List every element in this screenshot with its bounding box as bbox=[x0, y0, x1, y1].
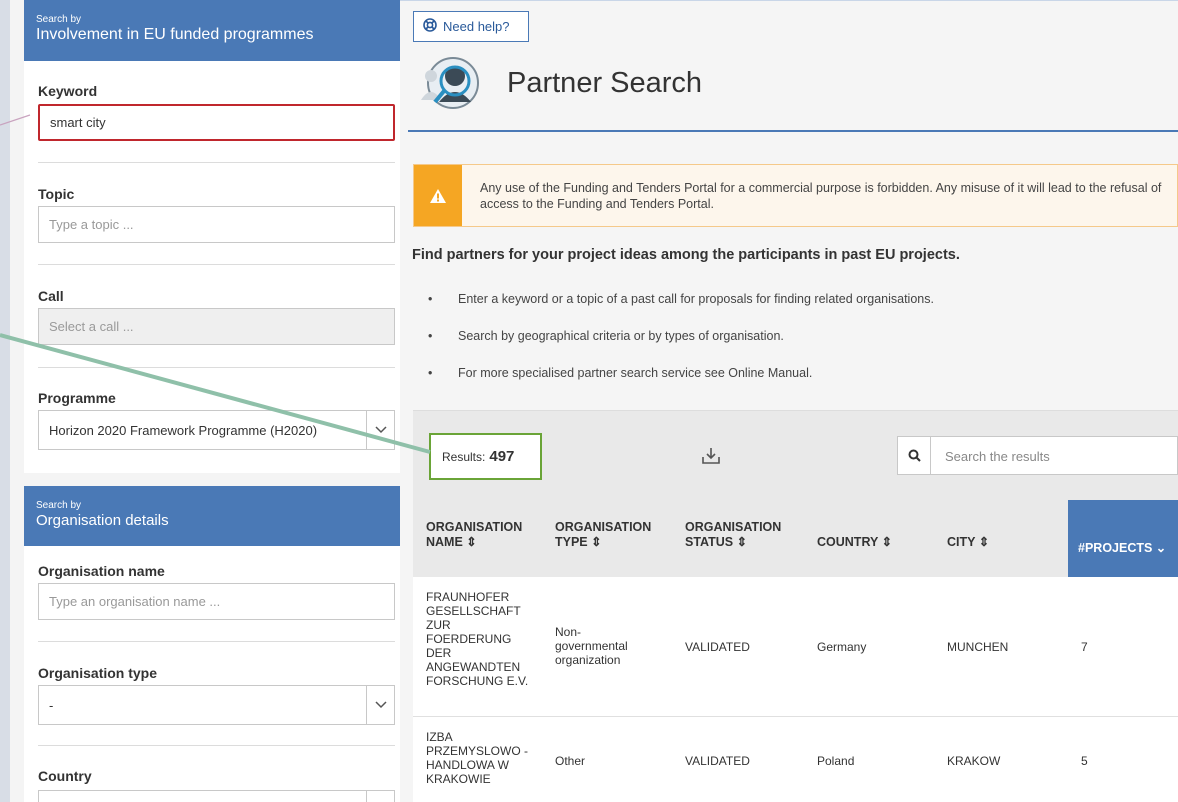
results-label: Results: bbox=[442, 449, 486, 464]
chevron-down-icon bbox=[366, 411, 394, 449]
search-sidebar: Search by Involvement in EU funded progr… bbox=[0, 0, 409, 802]
table-row[interactable]: IZBA PRZEMYSLOWO - HANDLOWA W KRAKOWIE O… bbox=[413, 717, 1178, 802]
warning-icon bbox=[414, 165, 462, 226]
search-placeholder: Search the results bbox=[945, 449, 1050, 464]
org-type-label: Organisation type bbox=[38, 665, 158, 681]
topic-label: Topic bbox=[38, 186, 75, 202]
results-search-input[interactable]: Search the results bbox=[897, 436, 1178, 475]
results-count-badge: Results: 497 bbox=[429, 433, 542, 480]
col-org-type[interactable]: ORGANISATION TYPE ⇕ bbox=[555, 520, 651, 550]
cell-country: Poland bbox=[817, 754, 855, 768]
partner-search-logo-icon bbox=[413, 56, 483, 114]
org-name-input[interactable]: Type an organisation name ... bbox=[38, 583, 395, 620]
topic-input[interactable]: Type a topic ... bbox=[38, 206, 395, 243]
cell-org-type: Non- governmental organization bbox=[555, 625, 628, 667]
lifebuoy-icon bbox=[423, 18, 437, 35]
col-org-status[interactable]: ORGANISATION STATUS ⇕ bbox=[685, 520, 781, 550]
keyword-input[interactable]: smart city bbox=[38, 104, 395, 141]
divider bbox=[38, 745, 395, 746]
warning-text: Any use of the Funding and Tenders Porta… bbox=[480, 181, 1162, 211]
country-label: Country bbox=[38, 768, 92, 784]
col-city[interactable]: CITY ⇕ bbox=[947, 535, 989, 550]
bullet-text: For more specialised partner search serv… bbox=[458, 366, 813, 380]
title-divider bbox=[408, 130, 1178, 132]
col-org-name[interactable]: ORGANISATION NAME ⇕ bbox=[426, 520, 522, 550]
cell-city: KRAKOW bbox=[947, 754, 1001, 768]
divider bbox=[38, 162, 395, 163]
section-title: Involvement in EU funded programmes bbox=[36, 26, 314, 43]
org-section-header: Search by Organisation details bbox=[24, 486, 409, 546]
divider bbox=[38, 367, 395, 368]
cell-org-name: IZBA PRZEMYSLOWO - HANDLOWA W KRAKOWIE bbox=[426, 730, 529, 786]
cell-projects: 5 bbox=[1081, 754, 1088, 768]
bullet-text: Enter a keyword or a topic of a past cal… bbox=[458, 292, 934, 306]
intro-text: Find partners for your project ideas amo… bbox=[412, 247, 960, 263]
download-icon[interactable] bbox=[700, 445, 722, 467]
need-help-label: Need help? bbox=[443, 19, 510, 34]
section-kicker: Search by bbox=[36, 14, 82, 25]
org-type-selected: - bbox=[49, 698, 54, 713]
keyword-label: Keyword bbox=[38, 83, 98, 99]
table-row[interactable]: FRAUNHOFER GESELLSCHAFT ZUR FOERDERUNG D… bbox=[413, 577, 1178, 717]
country-select[interactable] bbox=[38, 790, 395, 802]
cell-country: Germany bbox=[817, 640, 867, 654]
chevron-down-icon bbox=[366, 686, 394, 724]
table-header: ORGANISATION NAME ⇕ ORGANISATION TYPE ⇕ … bbox=[413, 500, 1178, 577]
results-count: 497 bbox=[489, 448, 515, 465]
cell-projects: 7 bbox=[1081, 640, 1088, 654]
call-select[interactable]: Select a call ... bbox=[38, 308, 395, 345]
programme-label: Programme bbox=[38, 390, 116, 406]
partner-search-page: Search by Involvement in EU funded progr… bbox=[0, 0, 1178, 802]
cell-org-name: FRAUNHOFER GESELLSCHAFT ZUR FOERDERUNG D… bbox=[426, 590, 529, 688]
eu-section-header: Search by Involvement in EU funded progr… bbox=[24, 0, 409, 61]
cell-org-type: Other bbox=[555, 754, 586, 768]
search-icon[interactable] bbox=[898, 437, 931, 474]
col-projects[interactable]: #PROJECTS ⌄ bbox=[1068, 500, 1178, 577]
bullet-text: Search by geographical criteria or by ty… bbox=[458, 329, 784, 343]
col-country[interactable]: COUNTRY ⇕ bbox=[817, 535, 892, 550]
programme-select[interactable]: Horizon 2020 Framework Programme (H2020) bbox=[38, 410, 395, 450]
programme-selected: Horizon 2020 Framework Programme (H2020) bbox=[49, 423, 318, 438]
cell-status: VALIDATED bbox=[685, 754, 750, 768]
section-title: Organisation details bbox=[36, 512, 169, 529]
main-content: Need help? Partner Search Any use of the… bbox=[400, 0, 1178, 802]
need-help-button[interactable]: Need help? bbox=[413, 11, 529, 42]
call-label: Call bbox=[38, 288, 64, 304]
divider bbox=[38, 264, 395, 265]
org-name-label: Organisation name bbox=[38, 563, 165, 579]
chevron-down-icon bbox=[366, 791, 394, 802]
section-kicker: Search by bbox=[36, 500, 82, 511]
divider bbox=[38, 641, 395, 642]
cell-city: MUNCHEN bbox=[947, 640, 1009, 654]
warning-alert: Any use of the Funding and Tenders Porta… bbox=[413, 164, 1178, 227]
cell-status: VALIDATED bbox=[685, 640, 750, 654]
org-type-select[interactable]: - bbox=[38, 685, 395, 725]
page-title: Partner Search bbox=[507, 67, 703, 99]
